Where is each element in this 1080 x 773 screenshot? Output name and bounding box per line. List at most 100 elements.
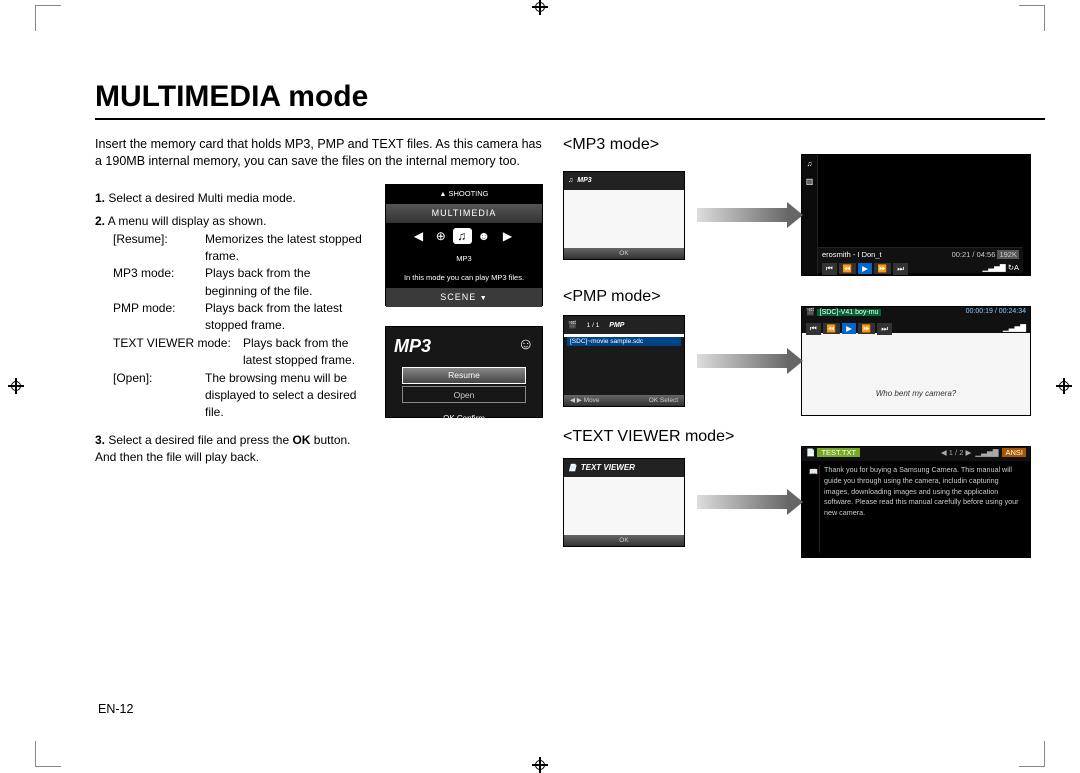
ok-label: OK <box>292 433 310 447</box>
mp3-logo: MP3☺ <box>386 327 542 365</box>
arrow-icon <box>697 354 789 368</box>
ok-hint: OK <box>619 537 628 544</box>
screen-multimedia-menu: SHOOTING MULTIMEDIA ◀ ⊕ ♫ ☻ ▶ MP3 In thi… <box>385 184 543 306</box>
row-txt: <TEXT VIEWER mode> 📄 TEXT VIEWER OK 📄 TES… <box>563 428 1045 558</box>
pmp-move: ◀ ▶ Move <box>570 397 600 404</box>
arrow-icon <box>697 495 789 509</box>
registration-mark <box>8 378 24 394</box>
registration-mark <box>1056 378 1072 394</box>
txt-page: ◀ 1 / 2 ▶ ▁▃▅▇ <box>941 448 999 457</box>
label-txt: <TEXT VIEWER mode> <box>563 428 1045 446</box>
music-icon: ♫ <box>568 177 573 184</box>
pmp-caption: Who bent my camera? <box>802 333 1030 415</box>
txt-body: Thank you for buying a Samsung Camera. T… <box>824 465 1019 517</box>
registration-mark <box>532 0 548 15</box>
fwd-icon: ⏩ <box>858 323 875 334</box>
def-txt-v: Plays back from the latest stopped frame… <box>243 335 363 370</box>
page-title: MULTIMEDIA mode <box>95 80 1045 120</box>
menu-icons: ◀ ⊕ ♫ ☻ ▶ <box>386 223 542 250</box>
step-2: A menu will display as shown. <box>108 214 267 228</box>
lcd-mp3-entry: ♫MP3 OK <box>563 171 685 260</box>
music-icon: ♫ <box>807 159 813 168</box>
prev-icon: ⏮ <box>822 263 837 275</box>
pmp-label: PMP <box>609 322 624 329</box>
menu-sub-label: MP3 <box>386 250 542 269</box>
track-time: 00:21 / 04:56 <box>952 250 996 259</box>
def-pmp-k: PMP mode: <box>113 300 195 317</box>
menu-up-label: SHOOTING <box>386 185 542 204</box>
confirm-hint: OK Confirm <box>386 405 542 427</box>
txt-hdr: TEXT VIEWER <box>581 463 635 472</box>
rew-icon: ⏪ <box>839 263 856 274</box>
step-3a: Select a desired file and press the <box>108 433 292 447</box>
page-number: EN-12 <box>98 702 133 716</box>
text-icon: 📄 <box>806 448 815 457</box>
headphone-icon: ☺ <box>518 333 534 356</box>
battery-icon: ▥ <box>806 177 814 186</box>
row-mp3: <MP3 mode> ♫MP3 OK ♫▥ erosmith - I Don_t <box>563 136 1045 276</box>
text-icon: 📄 <box>568 464 577 472</box>
pmp-time: 00:00:19 / 00:24:34 <box>966 308 1026 315</box>
def-resume-v: Memorizes the latest stopped frame. <box>205 231 363 266</box>
def-open-v: The browsing menu will be displayed to s… <box>205 370 363 422</box>
option-open: Open <box>402 386 526 403</box>
option-resume: Resume <box>402 367 526 384</box>
label-mp3: <MP3 mode> <box>563 136 1045 154</box>
row-pmp: <PMP mode> 🎬 1 / 1 PMP [SDC]~movie sampl… <box>563 288 1045 416</box>
lcd-pmp-playing: 🎬 [SDC]-V41 boy-mu 00:00:19 / 00:24:34 ⏮⏪… <box>801 306 1031 416</box>
pmp-count: 1 / 1 <box>587 322 600 329</box>
next-icon: ⏭ <box>877 323 892 335</box>
player-controls: ⏮⏪▶⏩⏭ ▁▃▅▇ ↻A <box>822 263 1019 275</box>
vol-icon: ▁▃▅▇ <box>1003 323 1026 332</box>
next-icon: ⏭ <box>893 263 908 275</box>
play-icon: ▶ <box>842 323 856 334</box>
pmp-select: OK Select <box>649 395 678 406</box>
movie-icon: 🎬 <box>568 321 577 329</box>
label-pmp: <PMP mode> <box>563 288 1045 306</box>
registration-mark <box>532 757 548 773</box>
track-bitrate: 192K <box>997 250 1019 259</box>
movie-icon: 🎬 <box>806 309 815 316</box>
crop-mark <box>1019 5 1045 31</box>
def-resume-k: [Resume]: <box>113 231 195 248</box>
lcd-pmp-browse: 🎬 1 / 1 PMP [SDC]~movie sample.sdc ◀ ▶ M… <box>563 315 685 407</box>
def-txt-k: TEXT VIEWER mode: <box>113 335 241 352</box>
crop-mark <box>35 5 61 31</box>
crop-mark <box>35 741 61 767</box>
screen-mp3-resume: MP3☺ Resume Open OK Confirm <box>385 326 543 418</box>
crop-mark <box>1019 741 1045 767</box>
pmp-file: [SDC]~movie sample.sdc <box>567 337 681 346</box>
lcd-txt-viewing: 📄 TEST.TXT ANSI ◀ 1 / 2 ▶ ▁▃▅▇ 📖 Thank y… <box>801 446 1031 558</box>
menu-down-label: SCENE <box>386 288 542 307</box>
definitions-wide: TEXT VIEWER mode: Plays back from the la… <box>113 335 363 370</box>
definitions: [Resume]: Memorizes the latest stopped f… <box>113 231 363 335</box>
pmp-file2: [SDC]-V41 boy-mu <box>817 309 882 316</box>
step-3-num: 3. <box>95 433 105 447</box>
step-2-num: 2. <box>95 214 105 228</box>
menu-desc: In this mode you can play MP3 files. <box>386 269 542 288</box>
menu-band: MULTIMEDIA <box>386 204 542 223</box>
def-pmp-v: Plays back from the latest stopped frame… <box>205 300 363 335</box>
repeat-icon: ↻A <box>1008 263 1019 272</box>
book-icon: 📖 <box>809 467 818 476</box>
fwd-icon: ⏩ <box>874 263 891 274</box>
play-icon: ▶ <box>858 263 872 274</box>
track-title: erosmith - I Don_t <box>822 250 882 259</box>
arrow-icon <box>697 208 789 222</box>
step-1: Select a desired Multi media mode. <box>108 191 295 205</box>
signal-icon: ▁▃▅▇ <box>975 448 998 457</box>
prev-icon: ⏮ <box>806 323 821 335</box>
rew-icon: ⏪ <box>823 323 840 334</box>
definitions-open: [Open]: The browsing menu will be displa… <box>113 370 363 422</box>
txt-encoding: ANSI <box>1002 448 1026 457</box>
lcd-mp3-playing: ♫ ▥ erosmith - I Don_t 00:21 / 04:56 192K… <box>801 154 1031 276</box>
mp3-hdr: MP3 <box>577 177 591 184</box>
def-mp3-k: MP3 mode: <box>113 265 195 282</box>
txt-filename: TEST.TXT <box>817 448 860 457</box>
vol-icon: ▁▃▅▇ <box>983 263 1006 272</box>
def-mp3-v: Plays back from the beginning of the fil… <box>205 265 363 300</box>
def-open-k: [Open]: <box>113 370 195 387</box>
intro-text: Insert the memory card that holds MP3, P… <box>95 136 545 170</box>
step-1-num: 1. <box>95 191 105 205</box>
lcd-txt-entry: 📄 TEXT VIEWER OK <box>563 458 685 547</box>
